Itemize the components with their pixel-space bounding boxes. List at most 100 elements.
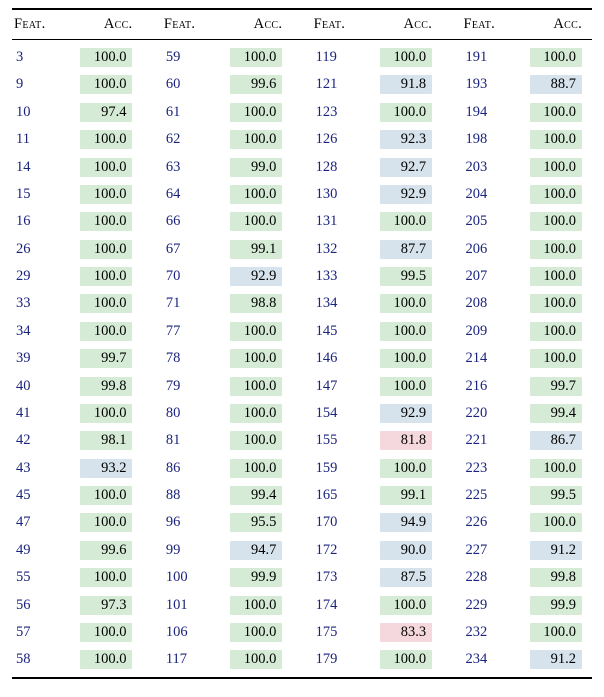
feat-link[interactable]: 78	[166, 350, 181, 366]
feat-link[interactable]: 33	[16, 295, 31, 311]
feat-link[interactable]: 172	[316, 542, 338, 558]
feat-link[interactable]: 39	[16, 350, 31, 366]
feat-link[interactable]: 41	[16, 405, 31, 421]
feat-link[interactable]: 208	[466, 295, 488, 311]
feat-link[interactable]: 40	[16, 378, 31, 394]
feat-link[interactable]: 29	[16, 268, 31, 284]
feat-link[interactable]: 106	[166, 624, 188, 640]
feat-link[interactable]: 191	[466, 49, 488, 65]
acc-cell: 91.8	[373, 71, 443, 98]
feat-link[interactable]: 16	[16, 213, 31, 229]
feat-link[interactable]: 198	[466, 131, 488, 147]
feat-link[interactable]: 96	[166, 514, 181, 530]
feat-link[interactable]: 63	[166, 159, 181, 175]
feat-link[interactable]: 170	[316, 514, 338, 530]
feat-link[interactable]: 60	[166, 76, 181, 92]
feat-link[interactable]: 121	[316, 76, 338, 92]
feat-link[interactable]: 205	[466, 213, 488, 229]
feat-link[interactable]: 45	[16, 487, 31, 503]
feat-link[interactable]: 88	[166, 487, 181, 503]
feat-link[interactable]: 64	[166, 186, 181, 202]
feat-link[interactable]: 55	[16, 569, 31, 585]
feat-link[interactable]: 71	[166, 295, 181, 311]
feat-link[interactable]: 146	[316, 350, 338, 366]
feat-link[interactable]: 131	[316, 213, 338, 229]
feat-link[interactable]: 147	[316, 378, 338, 394]
acc-cell: 100.0	[223, 318, 293, 345]
acc-cell: 100.0	[223, 454, 293, 481]
feat-link[interactable]: 61	[166, 104, 181, 120]
feat-link[interactable]: 66	[166, 213, 181, 229]
feat-link[interactable]: 67	[166, 241, 181, 257]
feat-link[interactable]: 155	[316, 432, 338, 448]
feat-link[interactable]: 221	[466, 432, 488, 448]
feat-link[interactable]: 123	[316, 104, 338, 120]
feat-link[interactable]: 227	[466, 542, 488, 558]
feat-link[interactable]: 175	[316, 624, 338, 640]
feat-link[interactable]: 117	[166, 651, 187, 667]
feat-link[interactable]: 132	[316, 241, 338, 257]
feat-link[interactable]: 203	[466, 159, 488, 175]
feat-link[interactable]: 223	[466, 460, 488, 476]
feat-link[interactable]: 145	[316, 323, 338, 339]
feat-link[interactable]: 209	[466, 323, 488, 339]
feat-link[interactable]: 165	[316, 487, 338, 503]
feat-link[interactable]: 159	[316, 460, 338, 476]
feat-link[interactable]: 134	[316, 295, 338, 311]
feat-link[interactable]: 49	[16, 542, 31, 558]
feat-link[interactable]: 228	[466, 569, 488, 585]
feat-link[interactable]: 179	[316, 651, 338, 667]
feat-link[interactable]: 11	[16, 131, 30, 147]
feat-link[interactable]: 154	[316, 405, 338, 421]
feat-link[interactable]: 62	[166, 131, 181, 147]
header-sep	[142, 9, 161, 40]
feat-link[interactable]: 80	[166, 405, 181, 421]
feat-link[interactable]: 128	[316, 159, 338, 175]
feat-cell: 16	[12, 208, 73, 235]
feat-link[interactable]: 14	[16, 159, 31, 175]
feat-link[interactable]: 100	[166, 569, 188, 585]
feat-cell: 99	[162, 537, 223, 564]
feat-link[interactable]: 59	[166, 49, 181, 65]
feat-link[interactable]: 101	[166, 597, 188, 613]
acc-cell: 88.7	[522, 71, 592, 98]
feat-link[interactable]: 216	[466, 378, 488, 394]
feat-link[interactable]: 26	[16, 241, 31, 257]
feat-link[interactable]: 130	[316, 186, 338, 202]
feat-link[interactable]: 226	[466, 514, 488, 530]
feat-link[interactable]: 99	[166, 542, 181, 558]
feat-link[interactable]: 174	[316, 597, 338, 613]
table-row: 29100.07092.913399.5207100.0	[12, 263, 592, 290]
feat-link[interactable]: 193	[466, 76, 488, 92]
feat-link[interactable]: 81	[166, 432, 181, 448]
feat-link[interactable]: 220	[466, 405, 488, 421]
feat-link[interactable]: 204	[466, 186, 488, 202]
feat-link[interactable]: 43	[16, 460, 31, 476]
feat-link[interactable]: 3	[16, 49, 23, 65]
feat-link[interactable]: 70	[166, 268, 181, 284]
feat-link[interactable]: 207	[466, 268, 488, 284]
feat-link[interactable]: 194	[466, 104, 488, 120]
feat-link[interactable]: 225	[466, 487, 488, 503]
feat-link[interactable]: 232	[466, 624, 488, 640]
feat-link[interactable]: 119	[316, 49, 337, 65]
feat-link[interactable]: 77	[166, 323, 181, 339]
feat-link[interactable]: 42	[16, 432, 31, 448]
feat-link[interactable]: 79	[166, 378, 181, 394]
feat-link[interactable]: 34	[16, 323, 31, 339]
feat-link[interactable]: 133	[316, 268, 338, 284]
feat-link[interactable]: 126	[316, 131, 338, 147]
feat-link[interactable]: 229	[466, 597, 488, 613]
feat-link[interactable]: 10	[16, 104, 31, 120]
feat-link[interactable]: 47	[16, 514, 31, 530]
feat-link[interactable]: 58	[16, 651, 31, 667]
feat-link[interactable]: 86	[166, 460, 181, 476]
feat-link[interactable]: 15	[16, 186, 31, 202]
feat-link[interactable]: 214	[466, 350, 488, 366]
feat-link[interactable]: 234	[466, 651, 488, 667]
feat-link[interactable]: 57	[16, 624, 31, 640]
feat-link[interactable]: 9	[16, 76, 23, 92]
feat-link[interactable]: 173	[316, 569, 338, 585]
feat-link[interactable]: 56	[16, 597, 31, 613]
feat-link[interactable]: 206	[466, 241, 488, 257]
